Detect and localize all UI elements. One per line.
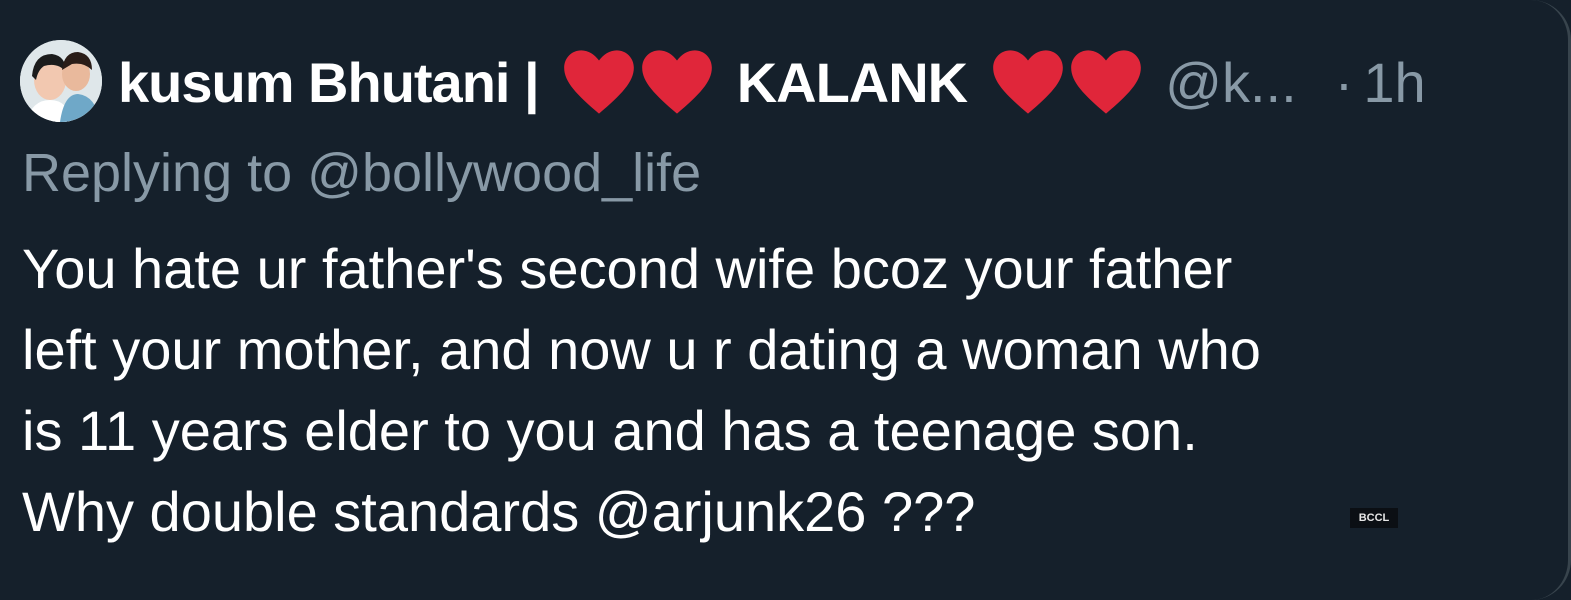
tweet-text: You hate ur father's second wife bcoz yo… xyxy=(22,228,1502,552)
display-name-kalank: KALANK xyxy=(736,50,968,114)
separator-dot: · xyxy=(1334,50,1354,114)
tweet-text-line: left your mother, and now u r dating a w… xyxy=(22,318,1261,381)
heart-icon xyxy=(990,46,1066,118)
reply-mention-link[interactable]: @bollywood_life xyxy=(307,143,701,203)
timestamp[interactable]: 1h xyxy=(1363,50,1425,115)
watermark-badge: BCCL xyxy=(1350,508,1398,528)
text-mention-link[interactable]: @arjunk26 xyxy=(595,480,867,543)
replying-to: Replying to @bollywood_life xyxy=(22,142,701,204)
tweet-text-fragment: Why double standards xyxy=(22,480,595,543)
tweet-text-line-last: Why double standards @arjunk26 ??? xyxy=(22,471,1502,552)
heart-icon xyxy=(561,46,637,118)
tweet-header: kusum Bhutani | KALANK @k... · 1h xyxy=(118,40,1426,124)
replying-label: Replying to xyxy=(22,143,308,203)
user-handle[interactable]: @k... xyxy=(1165,50,1297,115)
avatar-photo-icon xyxy=(20,40,102,122)
tweet-text-line: is 11 years elder to you and has a teena… xyxy=(22,399,1198,462)
heart-icon xyxy=(639,46,715,118)
heart-icon xyxy=(1068,46,1144,118)
tweet-text-fragment: ??? xyxy=(866,480,976,543)
tweet-text-line: You hate ur father's second wife bcoz yo… xyxy=(22,237,1233,300)
display-name[interactable]: kusum Bhutani | KALANK xyxy=(118,46,1145,118)
avatar[interactable] xyxy=(20,40,102,122)
display-name-text: kusum Bhutani | xyxy=(118,50,540,114)
tweet-card[interactable]: kusum Bhutani | KALANK @k... · 1h Replyi… xyxy=(0,0,1571,600)
